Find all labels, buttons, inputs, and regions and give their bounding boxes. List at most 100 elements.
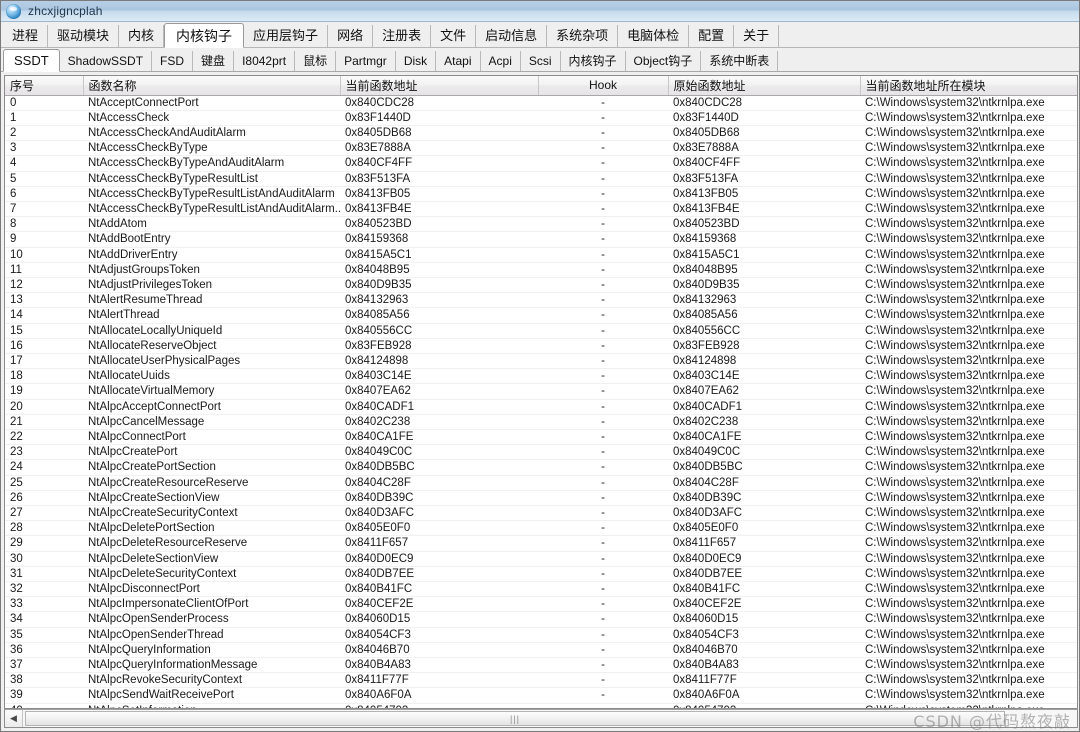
table-row[interactable]: 30 NtAlpcDeleteSectionView 0x840D0EC9-0x84… [5, 551, 1077, 567]
secondary-tab-2[interactable]: FSD [152, 51, 194, 71]
column-header-function-name[interactable]: 函数名称 [83, 76, 341, 96]
secondary-tab-label: SSDT [14, 53, 49, 68]
secondary-tab-11[interactable]: 内核钩子 [560, 51, 626, 71]
primary-tab-10[interactable]: 电脑体检 [618, 25, 690, 47]
column-header-module[interactable]: 当前函数地址所在模块 [860, 76, 1077, 96]
column-header-original-address[interactable]: 原始函数地址 [668, 76, 861, 96]
table-row[interactable]: 20 NtAlpcAcceptConnectPort 0x840CADF1-0x84… [5, 399, 1077, 415]
primary-tab-12[interactable]: 关于 [734, 25, 780, 47]
table-row[interactable]: 11 NtAdjustGroupsToken 0x84048B95-0x84048B… [5, 262, 1077, 278]
table-row[interactable]: 38 NtAlpcRevokeSecurityContext 0x8411F77F -… [5, 672, 1077, 689]
horizontal-scrollbar[interactable]: ◀ ||| [4, 709, 1078, 728]
table-row[interactable]: 34 NtAlpcOpenSenderProcess 0x84060D15-0x84… [5, 611, 1077, 628]
secondary-tab-13[interactable]: 系统中断表 [701, 51, 779, 71]
cell-hook: - [538, 475, 668, 491]
table-row[interactable]: 8 NtAddAtom 0x840523BD -0x840523BD C:\Window… [5, 216, 1077, 233]
table-row[interactable]: 32 NtAlpcDisconnectPort 0x840B41FC -0x840B4… [5, 581, 1077, 598]
cell-current-address: 0x8405DB68 [340, 125, 538, 142]
app-orb-icon [6, 3, 21, 19]
scrollbar-track[interactable]: ||| [23, 710, 1077, 727]
table-row[interactable]: 23 NtAlpcCreatePort 0x84049C0C -0x84049C0C C… [5, 444, 1077, 461]
primary-tab-label: 网络 [337, 28, 364, 43]
primary-tab-6[interactable]: 注册表 [373, 25, 432, 47]
primary-tab-3[interactable]: 内核钩子 [164, 23, 245, 48]
primary-tab-0[interactable]: 进程 [3, 25, 49, 47]
cell-original-address: 0x8405DB68 [668, 125, 860, 142]
table-row[interactable]: 18 NtAllocateUuids 0x8403C14E -0x8403C14E C:… [5, 368, 1077, 385]
column-header-current-address[interactable]: 当前函数地址 [340, 76, 539, 96]
secondary-tab-0[interactable]: SSDT [3, 49, 60, 72]
table-row[interactable]: 27 NtAlpcCreateSecurityContext 0x840D3AFC -… [5, 505, 1077, 522]
table-row[interactable]: 7 NtAccessCheckByTypeResultListAndAuditAl… [5, 201, 1077, 218]
secondary-tab-5[interactable]: 鼠标 [295, 51, 337, 71]
table-row[interactable]: 12 NtAdjustPrivilegesToken 0x840D9B35-0x84… [5, 277, 1077, 294]
cell-current-address: 0x83F1440D [340, 110, 538, 126]
table-row[interactable]: 35 NtAlpcOpenSenderThread 0x84054CF3-0x840… [5, 627, 1077, 643]
table-row[interactable]: 17 NtAllocateUserPhysicalPages 0x84124898-… [5, 353, 1077, 370]
secondary-tab-9[interactable]: Acpi [480, 51, 521, 71]
table-row[interactable]: 21 NtAlpcCancelMessage 0x8402C238-0x8402C2… [5, 414, 1077, 430]
table-row[interactable]: 1 NtAccessCheck 0x83F1440D -0x83F1440D C:\Wi… [5, 110, 1077, 126]
secondary-tab-3[interactable]: 键盘 [193, 51, 235, 71]
table-row[interactable]: 2 NtAccessCheckAndAuditAlarm 0x8405DB68-0x… [5, 125, 1077, 142]
table-row[interactable]: 24 NtAlpcCreatePortSection 0x840DB5BC -0x84… [5, 459, 1077, 476]
table-row[interactable]: 28 NtAlpcDeletePortSection 0x8405E0F0-0x84… [5, 520, 1077, 537]
table-row[interactable]: 39 NtAlpcSendWaitReceivePort 0x840A6F0A -0x… [5, 687, 1077, 704]
cell-function-name: NtAccessCheckByTypeAndAuditAlarm [83, 155, 340, 172]
secondary-tab-10[interactable]: Scsi [520, 51, 561, 71]
column-header-hook[interactable]: Hook [538, 76, 669, 96]
cell-hook: - [538, 216, 668, 233]
primary-tab-8[interactable]: 启动信息 [476, 25, 548, 47]
table-row[interactable]: 0 NtAcceptConnectPort 0x840CDC28-0x840CDC2… [5, 95, 1077, 111]
table-row[interactable]: 13 NtAlertResumeThread 0x84132963-0x841329… [5, 292, 1077, 309]
secondary-tab-12[interactable]: Object钩子 [625, 51, 702, 71]
secondary-tab-4[interactable]: I8042prt [234, 51, 296, 71]
cell-index: 3 [5, 140, 83, 157]
table-row[interactable]: 4 NtAccessCheckByTypeAndAuditAlarm 0x840CF… [5, 155, 1077, 172]
table-row[interactable]: 14 NtAlertThread 0x84085A56-0x84085A56 C:\W… [5, 307, 1077, 324]
table-row[interactable]: 10 NtAddDriverEntry 0x8415A5C1-0x8415A5C1 C… [5, 247, 1077, 263]
secondary-tab-label: Acpi [488, 54, 512, 68]
table-row[interactable]: 37 NtAlpcQueryInformationMessage 0x840B4A8… [5, 657, 1077, 674]
secondary-tab-6[interactable]: Partmgr [336, 51, 396, 71]
primary-tab-5[interactable]: 网络 [328, 25, 374, 47]
table-row[interactable]: 33 NtAlpcImpersonateClientOfPort 0x840CEF2… [5, 596, 1077, 613]
table-row[interactable]: 5 NtAccessCheckByTypeResultList 0x83F513FA… [5, 171, 1077, 187]
table-row[interactable]: 9 NtAddBootEntry 0x84159368-0x84159368 C:\W… [5, 231, 1077, 248]
cell-current-address: 0x840D3AFC [340, 505, 538, 522]
table-row[interactable]: 19 NtAllocateVirtualMemory 0x8407EA62-0x84… [5, 383, 1077, 400]
secondary-tab-7[interactable]: Disk [395, 51, 437, 71]
primary-tab-7[interactable]: 文件 [431, 25, 477, 47]
scrollbar-thumb[interactable]: ||| [25, 711, 1005, 726]
table-row[interactable]: 6 NtAccessCheckByTypeResultListAndAuditAl… [5, 186, 1077, 202]
primary-tab-4[interactable]: 应用层钩子 [244, 25, 329, 47]
table-row[interactable]: 29 NtAlpcDeleteResourceReserve 0x8411F657-… [5, 535, 1077, 552]
cell-current-address: 0x84054CF3 [340, 627, 538, 643]
primary-tab-9[interactable]: 系统杂项 [547, 25, 619, 47]
cell-original-address: 0x840A6F0A [668, 687, 860, 704]
cell-current-address: 0x8413FB4E [340, 201, 538, 218]
primary-tab-1[interactable]: 驱动模块 [48, 25, 120, 47]
column-header-index[interactable]: 序号 [5, 76, 84, 96]
table-row[interactable]: 36 NtAlpcQueryInformation 0x84046B70-0x840… [5, 642, 1077, 659]
table-row[interactable]: 26 NtAlpcCreateSectionView 0x840DB39C -0x84… [5, 490, 1077, 506]
table-row[interactable]: 22 NtAlpcConnectPort 0x840CA1FE -0x840CA1FE… [5, 429, 1077, 446]
table-row[interactable]: 31 NtAlpcDeleteSecurityContext 0x840DB7EE -… [5, 566, 1077, 583]
cell-index: 15 [5, 323, 83, 339]
secondary-tab-8[interactable]: Atapi [436, 51, 481, 71]
primary-tab-2[interactable]: 内核 [119, 25, 165, 47]
table-row[interactable]: 16 NtAllocateReserveObject 0x83FEB928-0x83… [5, 338, 1077, 354]
primary-tab-11[interactable]: 配置 [689, 25, 735, 47]
cell-function-name: NtAllocateUserPhysicalPages [83, 353, 340, 370]
table-row[interactable]: 15 NtAllocateLocallyUniqueId 0x840556CC -0x… [5, 323, 1077, 339]
table-row[interactable]: 3 NtAccessCheckByType 0x83E7888A -0x83E7888… [5, 140, 1077, 157]
cell-hook: - [538, 596, 668, 613]
cell-original-address: 0x840CDC28 [668, 95, 860, 111]
secondary-tab-1[interactable]: ShadowSSDT [59, 51, 153, 71]
cell-original-address: 0x840556CC [668, 323, 860, 339]
cell-index: 24 [5, 459, 83, 476]
primary-tab-label: 内核 [128, 28, 155, 43]
cell-index: 39 [5, 687, 83, 704]
table-row[interactable]: 25 NtAlpcCreateResourceReserve 0x8404C28F -… [5, 475, 1077, 491]
scroll-left-arrow-icon[interactable]: ◀ [5, 710, 23, 727]
